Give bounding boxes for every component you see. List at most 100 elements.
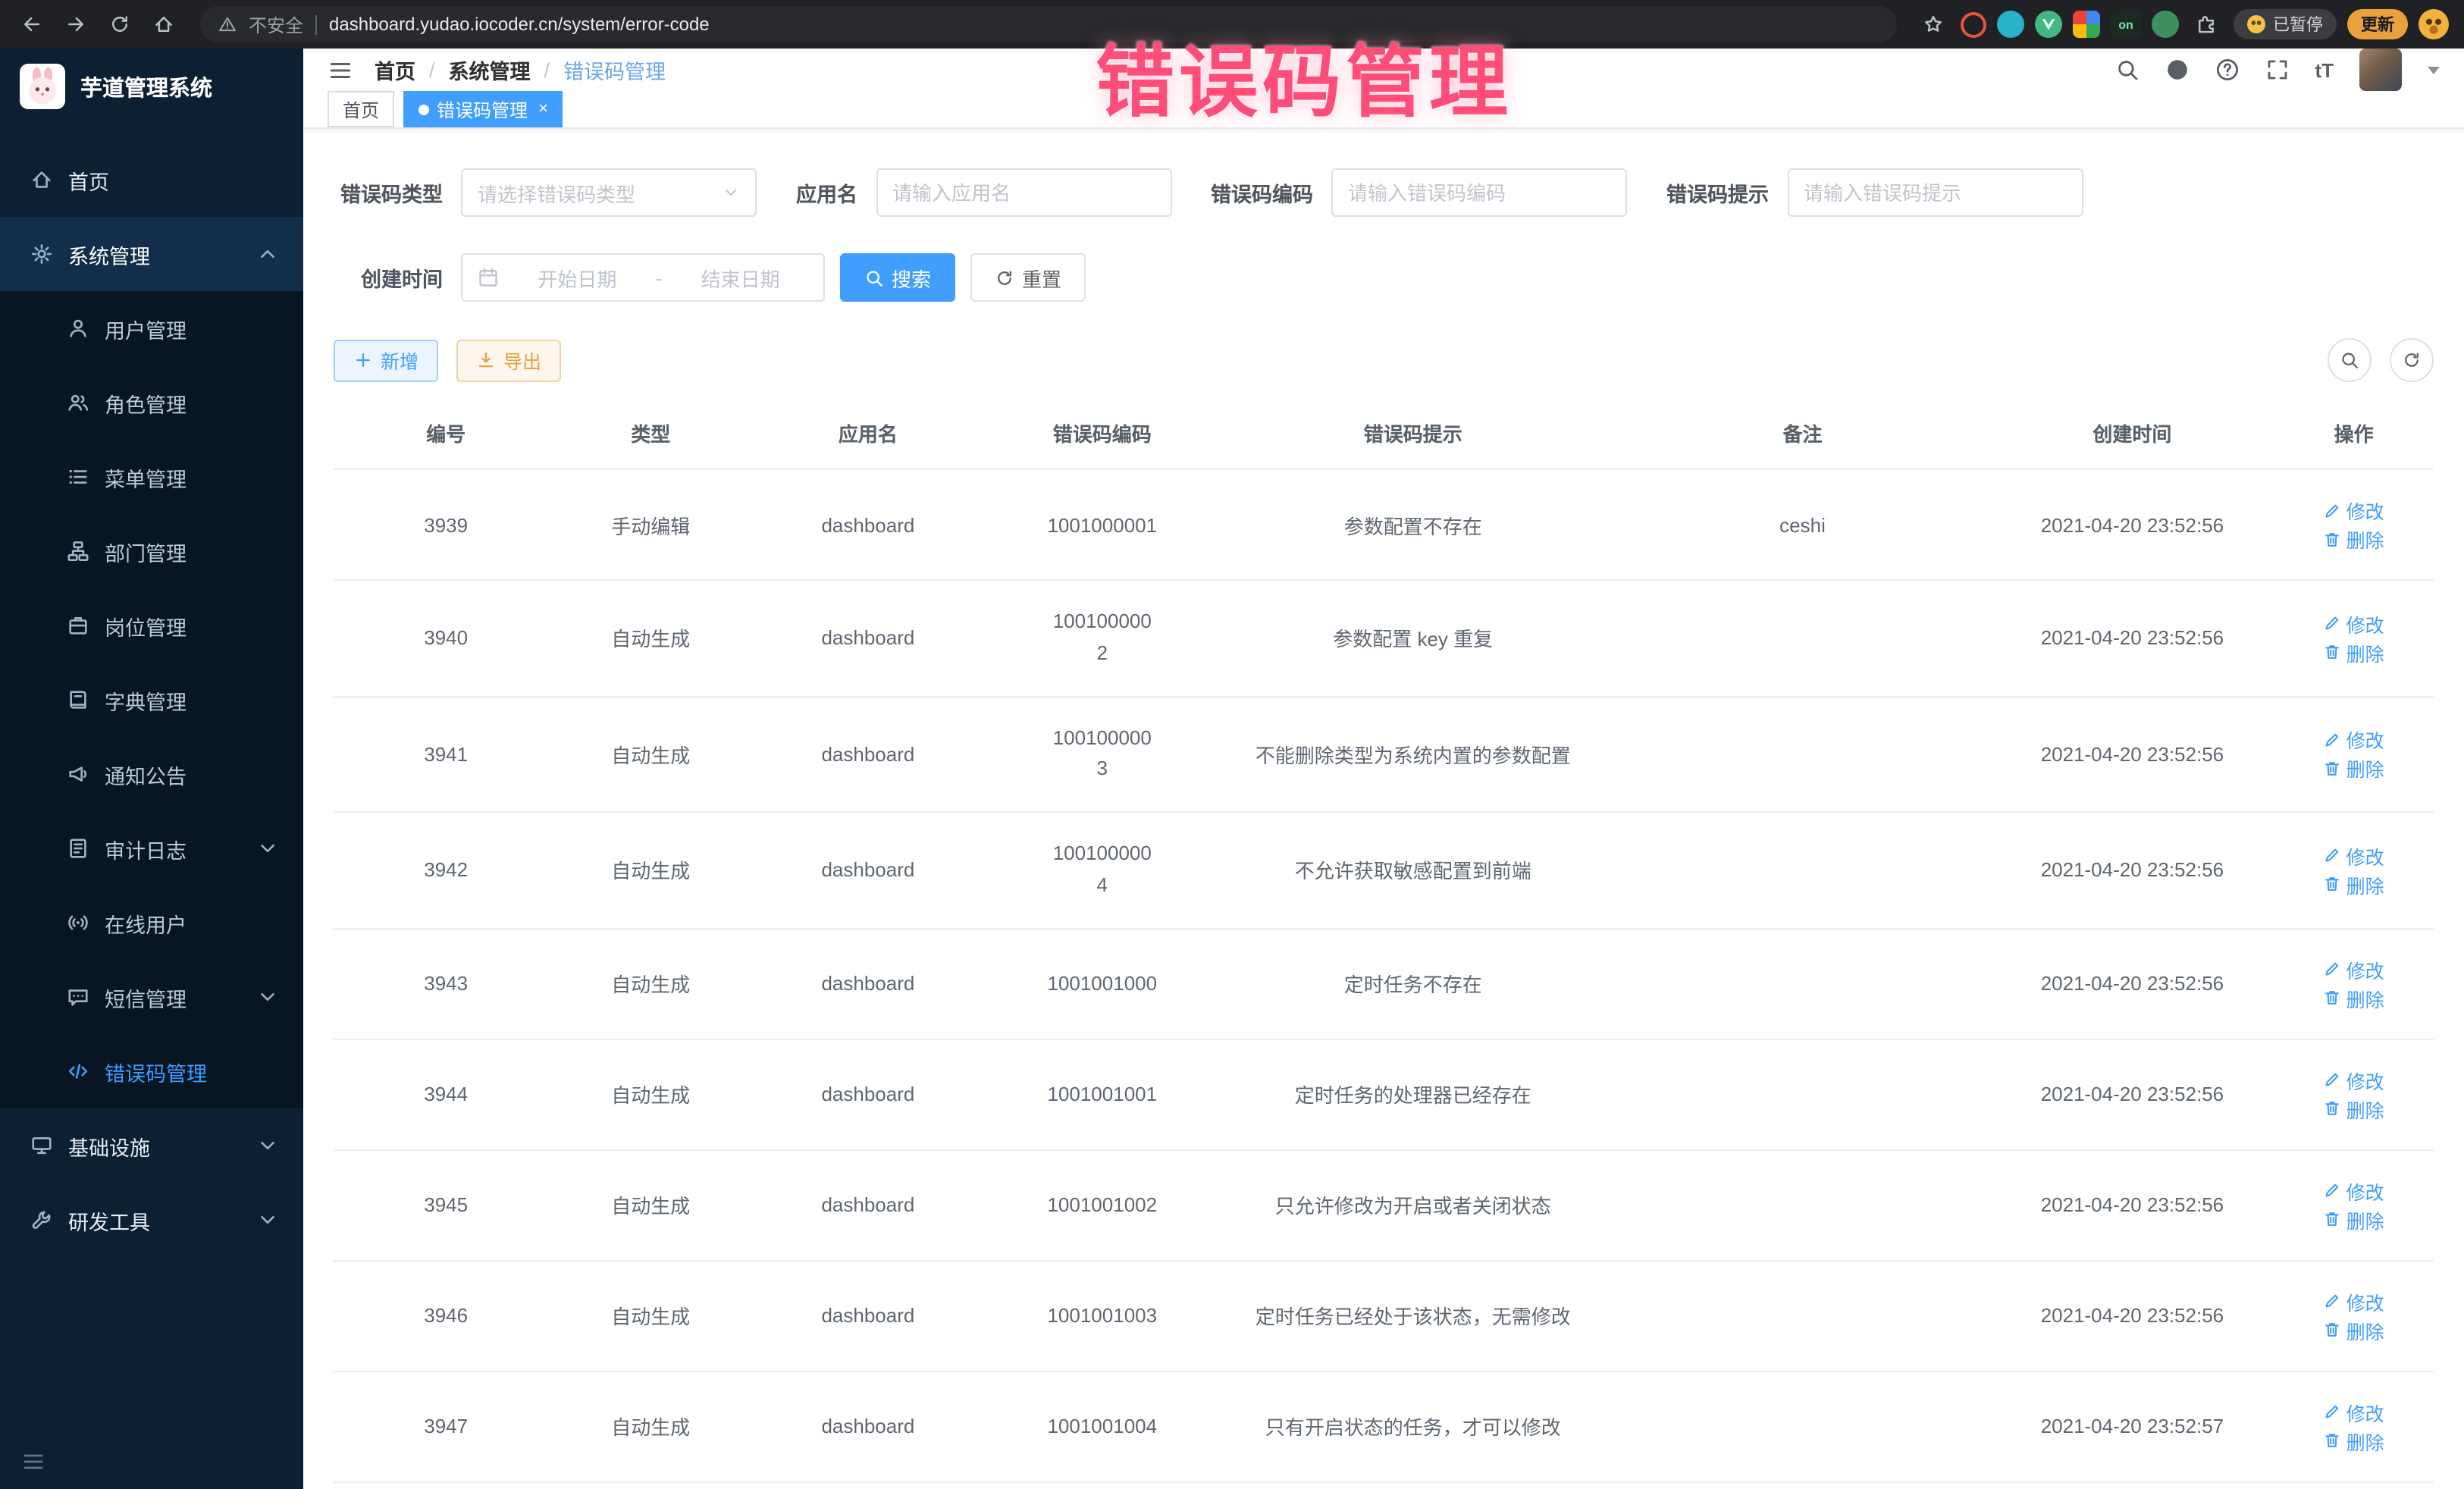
extension-red-icon[interactable] [1961, 11, 1986, 37]
delete-link[interactable]: 删除 [2324, 1316, 2384, 1345]
caret-down-icon[interactable] [2428, 66, 2440, 74]
reset-button[interactable]: 重置 [970, 253, 1086, 302]
edit-link[interactable]: 修改 [2324, 1066, 2384, 1095]
delete-link[interactable]: 删除 [2324, 984, 2384, 1013]
toggle-search-button[interactable] [2328, 338, 2372, 382]
chevron-down-icon [722, 183, 740, 202]
paused-badge[interactable]: 已暂停 [2234, 9, 2337, 39]
page-content: 错误码类型 请选择错误码类型 应用名 错误码编码 [303, 129, 2464, 1489]
edit-link[interactable]: 修改 [2324, 1287, 2384, 1316]
sidebar-item-menu[interactable]: 菜单管理 [0, 440, 303, 514]
delete-link[interactable]: 删除 [2324, 1205, 2384, 1234]
sidebar-item-post[interactable]: 岗位管理 [0, 588, 303, 663]
edit-link[interactable]: 修改 [2324, 1398, 2384, 1427]
back-icon[interactable] [15, 8, 49, 41]
edit-icon [2324, 731, 2342, 749]
sidebar-item-dept[interactable]: 部门管理 [0, 514, 303, 588]
delete-link[interactable]: 删除 [2324, 754, 2384, 783]
bookmark-star-icon[interactable] [1917, 8, 1950, 41]
extension-leaf-icon[interactable] [2152, 11, 2179, 38]
sidebar-item-dict[interactable]: 字典管理 [0, 663, 303, 737]
delete-link[interactable]: 删除 [2324, 638, 2384, 667]
sidebar-item-home[interactable]: 首页 [0, 143, 303, 217]
error-msg-input[interactable] [1787, 168, 2083, 217]
github-icon[interactable] [2165, 58, 2189, 82]
emoji-face-icon [2247, 15, 2265, 33]
logo[interactable]: 芋道管理系统 [0, 49, 303, 124]
search-button[interactable]: 搜索 [840, 253, 955, 302]
edit-icon [2324, 961, 2342, 979]
cell-id: 3941 [334, 696, 558, 812]
user-avatar[interactable] [2359, 49, 2402, 91]
infra-icon [30, 1134, 53, 1157]
browser-home-icon[interactable] [147, 8, 180, 41]
edit-link[interactable]: 修改 [2324, 610, 2384, 638]
delete-link[interactable]: 删除 [2324, 1427, 2384, 1456]
cell-time: 2021-04-20 23:52:56 [1990, 1261, 2274, 1371]
app-name-input[interactable] [876, 168, 1171, 217]
extension-on-icon[interactable]: on [2111, 11, 2141, 38]
create-time-range-picker[interactable]: 开始日期 - 结束日期 [461, 253, 825, 302]
tag-error-code[interactable]: 错误码管理 × [403, 91, 563, 127]
cell-msg: 只有开启状态的任务，才可以修改 [1212, 1371, 1615, 1482]
export-button[interactable]: 导出 [456, 339, 561, 381]
edit-link[interactable]: 修改 [2324, 955, 2384, 984]
fullscreen-icon[interactable] [2265, 58, 2289, 82]
address-bar[interactable]: 不安全 dashboard.yudao.iocoder.cn/system/er… [200, 6, 1897, 42]
sidebar-item-system[interactable]: 系统管理 [0, 217, 303, 291]
data-table: 编号类型应用名错误码编码错误码提示备注创建时间操作 3939手动编辑dashbo… [334, 397, 2434, 1489]
cell-code: 1001001001 [993, 1039, 1212, 1150]
table-row: 3945自动生成dashboard1001001002只允许修改为开启或者关闭状… [334, 1150, 2434, 1261]
hamburger-icon[interactable] [328, 57, 353, 83]
cell-app: dashboard [743, 469, 993, 580]
refresh-table-button[interactable] [2390, 338, 2434, 382]
add-button-label: 新增 [381, 346, 419, 375]
cell-id: 3940 [334, 580, 558, 696]
extension-teal-icon[interactable] [1997, 11, 2024, 38]
screen: 不安全 dashboard.yudao.iocoder.cn/system/er… [0, 0, 2464, 1489]
sidebar-item-notice[interactable]: 通知公告 [0, 737, 303, 811]
edit-icon [2324, 1293, 2342, 1311]
breadcrumb-home[interactable]: 首页 [375, 55, 415, 85]
edit-icon [2324, 1182, 2342, 1200]
extension-grid-icon[interactable] [2073, 11, 2100, 38]
column-header-5: 备注 [1615, 397, 1991, 469]
edit-link[interactable]: 修改 [2324, 496, 2384, 525]
sidebar-item-online-user[interactable]: 在线用户 [0, 886, 303, 960]
sidebar-item-user[interactable]: 用户管理 [0, 291, 303, 365]
cell-memo [1615, 929, 1991, 1039]
tag-home[interactable]: 首页 [328, 91, 394, 127]
delete-link[interactable]: 删除 [2324, 870, 2384, 899]
delete-link[interactable]: 删除 [2324, 525, 2384, 553]
menu-collapse-icon[interactable] [21, 1450, 45, 1474]
vue-devtools-icon[interactable] [2035, 11, 2062, 38]
cell-app: dashboard [743, 1371, 993, 1482]
edit-link[interactable]: 修改 [2324, 726, 2384, 754]
sidebar-item-dev-tools[interactable]: 研发工具 [0, 1183, 303, 1257]
font-size-icon[interactable]: tT [2315, 58, 2334, 81]
close-icon[interactable]: × [538, 100, 548, 118]
update-button[interactable]: 更新 [2347, 9, 2408, 39]
edit-link[interactable]: 修改 [2324, 1177, 2384, 1205]
sidebar-item-infra[interactable]: 基础设施 [0, 1108, 303, 1183]
delete-link[interactable]: 删除 [2324, 1095, 2384, 1124]
reload-icon[interactable] [103, 8, 136, 41]
sidebar-item-error-code[interactable]: 错误码管理 [0, 1034, 303, 1108]
cell-actions: 修改删除 [2274, 1150, 2434, 1261]
browser-profile-avatar[interactable] [2419, 9, 2449, 39]
sidebar-item-role[interactable]: 角色管理 [0, 365, 303, 440]
sidebar-item-audit-log[interactable]: 审计日志 [0, 811, 303, 886]
forward-icon[interactable] [59, 8, 92, 41]
error-type-select[interactable]: 请选择错误码类型 [461, 168, 757, 217]
app-title: 芋道管理系统 [80, 71, 212, 102]
header-search-icon[interactable] [2114, 58, 2139, 82]
sidebar-item-label: 研发工具 [68, 1205, 150, 1235]
breadcrumb-system[interactable]: 系统管理 [449, 55, 531, 85]
edit-link[interactable]: 修改 [2324, 842, 2384, 870]
cell-msg: 不允许获取敏感配置到前端 [1212, 812, 1615, 928]
sidebar-item-sms[interactable]: 短信管理 [0, 960, 303, 1034]
extensions-puzzle-icon[interactable] [2190, 8, 2223, 41]
error-code-input[interactable] [1331, 168, 1627, 217]
add-button[interactable]: 新增 [334, 339, 438, 381]
docs-help-icon[interactable] [2215, 58, 2239, 82]
